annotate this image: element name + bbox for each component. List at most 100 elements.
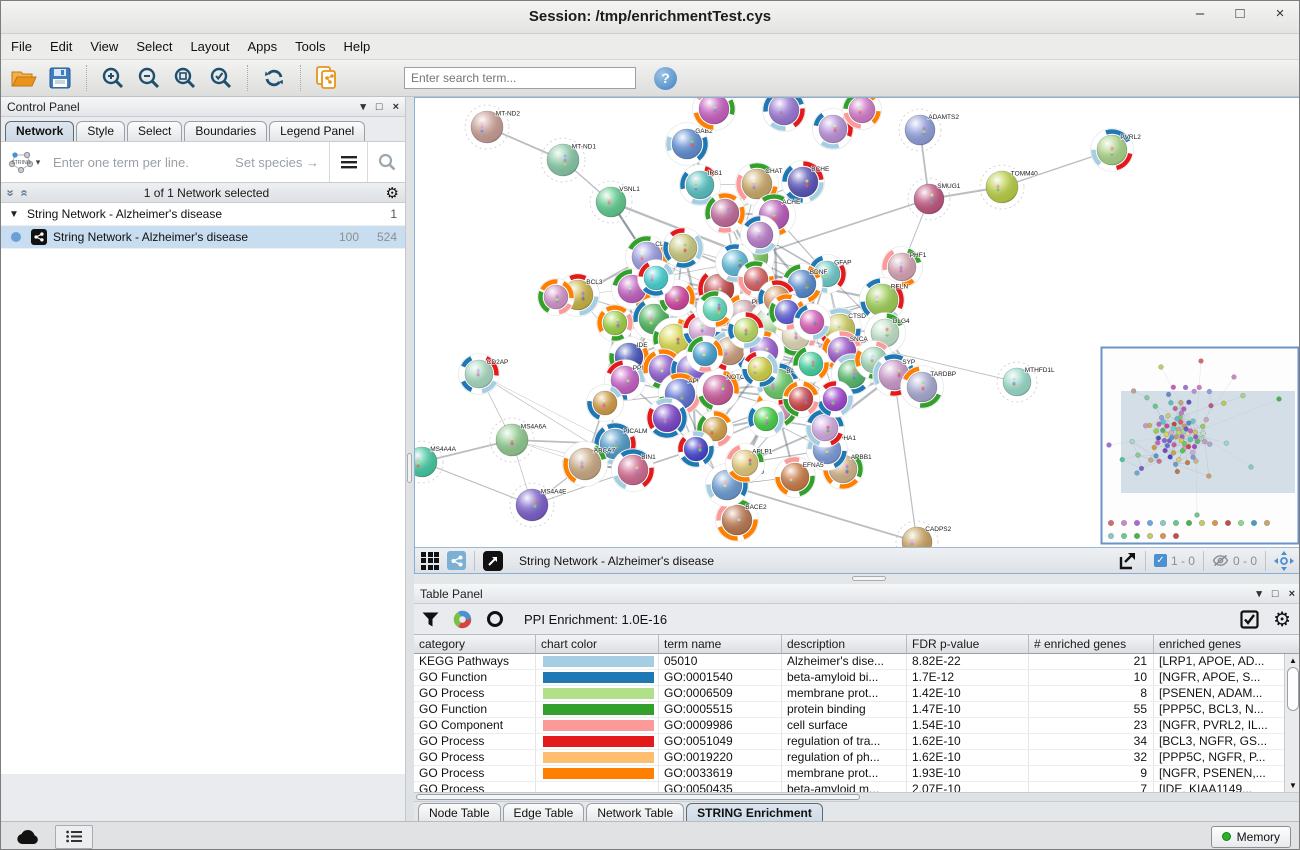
protein-node[interactable] [794, 304, 831, 341]
tab-string-enrichment[interactable]: STRING Enrichment [686, 803, 823, 823]
protein-node[interactable] [693, 98, 736, 131]
tab-legend-panel[interactable]: Legend Panel [269, 121, 365, 141]
protein-node[interactable] [817, 381, 854, 418]
collapse-all-icon[interactable]: » [6, 189, 16, 196]
protein-node-efna5[interactable]: EFNA5 [775, 457, 825, 498]
panel-close-icon[interactable]: × [393, 101, 399, 113]
protein-node[interactable] [793, 346, 830, 383]
ring-chart-icon[interactable] [486, 610, 504, 628]
protein-node[interactable] [728, 312, 765, 349]
protein-node[interactable] [663, 228, 704, 269]
filter-icon[interactable] [422, 612, 439, 627]
minimize-button[interactable]: – [1191, 5, 1209, 22]
save-session-button[interactable] [45, 63, 75, 93]
zoom-in-button[interactable] [98, 63, 128, 93]
column-header-term-name[interactable]: term name [659, 634, 782, 654]
panel-float-icon[interactable]: □ [1272, 588, 1279, 600]
splitter-handle[interactable] [407, 453, 412, 483]
protein-node-mt-nd1[interactable]: MT-ND1 [541, 138, 596, 182]
tab-node-table[interactable]: Node Table [418, 803, 501, 823]
protein-node-ms4a4e[interactable]: MS4A4E [510, 483, 567, 527]
protein-node[interactable] [587, 385, 624, 422]
protein-node[interactable] [705, 193, 746, 234]
help-button[interactable]: ? [654, 67, 677, 90]
protein-node[interactable] [597, 305, 634, 342]
expand-all-icon[interactable]: » [19, 189, 29, 196]
panel-close-icon[interactable]: × [1289, 588, 1295, 600]
protein-node-tomm40[interactable]: TOMM40 [980, 165, 1038, 209]
tab-boundaries[interactable]: Boundaries [184, 121, 267, 141]
enrichment-table-row[interactable]: GO ProcessGO:0050435beta-amyloid m...2.0… [414, 782, 1300, 792]
tab-network-table[interactable]: Network Table [586, 803, 684, 823]
protein-node-tardbp[interactable]: TARDBP [901, 366, 957, 409]
protein-node[interactable] [742, 351, 779, 388]
menu-apps[interactable]: Apps [248, 39, 278, 54]
protein-node-cadps2[interactable]: CADPS2 [896, 521, 952, 547]
protein-node[interactable] [763, 98, 806, 132]
menu-help[interactable]: Help [344, 39, 371, 54]
navigator-compass-icon[interactable] [1274, 551, 1294, 571]
grid-view-icon[interactable] [421, 552, 439, 570]
enrichment-table-row[interactable]: GO FunctionGO:0005515protein binding1.47… [414, 702, 1300, 718]
cloud-status-button[interactable] [9, 825, 47, 849]
column-header--enriched-genes[interactable]: # enriched genes [1029, 634, 1154, 654]
horizontal-scrollbar[interactable] [414, 792, 1300, 801]
tab-network[interactable]: Network [5, 121, 74, 141]
scrollbar-thumb[interactable] [1287, 667, 1299, 711]
protein-node[interactable] [538, 279, 575, 316]
protein-node-smug1[interactable]: SMUG1 [908, 178, 961, 220]
gear-icon[interactable]: ⚙ [386, 184, 399, 202]
protein-node-bche[interactable]: BCHE [782, 161, 830, 204]
protein-node[interactable] [678, 431, 715, 468]
scroll-up-icon[interactable]: ▲ [1285, 656, 1300, 665]
enrichment-table-row[interactable]: GO ProcessGO:0051049regulation of tra...… [414, 734, 1300, 750]
enrichment-table-row[interactable]: GO ProcessGO:0033619membrane prot...1.93… [414, 766, 1300, 782]
zoom-fit-button[interactable] [170, 63, 200, 93]
vertical-splitter[interactable] [406, 97, 414, 821]
open-session-button[interactable] [9, 63, 39, 93]
tab-edge-table[interactable]: Edge Table [503, 803, 585, 823]
menu-file[interactable]: File [11, 39, 32, 54]
enrichment-table-row[interactable]: GO FunctionGO:0001540beta-amyloid bi...1… [414, 670, 1300, 686]
string-options-button[interactable] [329, 142, 367, 182]
network-canvas[interactable]: MT-ND2MT-ND1VSNL1GAB2ADAMTS2PVRL2TOMM40S… [415, 98, 1300, 547]
network-tree-row[interactable]: String Network - Alzheimer's disease1005… [1, 226, 405, 249]
expander-icon[interactable]: ▼ [9, 209, 27, 220]
birds-eye-view[interactable] [1102, 348, 1299, 544]
settings-gear-icon[interactable]: ⚙ [1273, 607, 1291, 632]
protein-node-bin1[interactable]: BIN1 [612, 449, 657, 492]
tab-select[interactable]: Select [127, 121, 182, 141]
protein-node-mt-nd2[interactable]: MT-ND2 [465, 105, 520, 149]
enrichment-table-row[interactable]: GO ProcessGO:0006509membrane prot...1.42… [414, 686, 1300, 702]
menu-edit[interactable]: Edit [50, 39, 72, 54]
menu-view[interactable]: View [90, 39, 118, 54]
selected-count-badge[interactable]: ✓ 1 - 0 [1154, 554, 1195, 568]
close-button[interactable]: × [1271, 5, 1289, 22]
refresh-button[interactable] [259, 63, 289, 93]
memory-button[interactable]: Memory [1211, 826, 1291, 848]
enrichment-table-row[interactable]: GO ProcessGO:0019220regulation of ph...1… [414, 750, 1300, 766]
scrollbar-thumb[interactable] [416, 794, 860, 800]
column-header-description[interactable]: description [782, 634, 907, 654]
string-search-button[interactable] [367, 142, 405, 182]
menu-select[interactable]: Select [136, 39, 172, 54]
column-header-category[interactable]: category [414, 634, 536, 654]
network-edge[interactable] [422, 462, 532, 505]
menu-layout[interactable]: Layout [190, 39, 229, 54]
protein-node[interactable] [647, 398, 688, 439]
splitter-handle[interactable] [852, 576, 886, 581]
scroll-down-icon[interactable]: ▼ [1285, 781, 1300, 790]
protein-node-cd2ap[interactable]: CD2AP [459, 354, 509, 395]
protein-node-mthfd1l[interactable]: MTHFD1L [997, 362, 1055, 402]
protein-node[interactable] [697, 291, 734, 328]
protein-node[interactable] [687, 336, 724, 373]
protein-node-aplp1[interactable]: APLP1 [726, 444, 773, 483]
string-source-selector[interactable]: STRING ▾ [1, 142, 47, 182]
donut-chart-icon[interactable] [453, 610, 472, 629]
protein-node-adamts2[interactable]: ADAMTS2 [899, 109, 959, 151]
enrichment-table-row[interactable]: KEGG Pathways05010Alzheimer's dise...8.8… [414, 654, 1300, 670]
open-in-new-window-button[interactable] [483, 551, 503, 571]
protein-node-ms4a4a[interactable]: MS4A4A [415, 441, 457, 483]
menu-tools[interactable]: Tools [295, 39, 325, 54]
task-list-button[interactable] [55, 825, 93, 849]
